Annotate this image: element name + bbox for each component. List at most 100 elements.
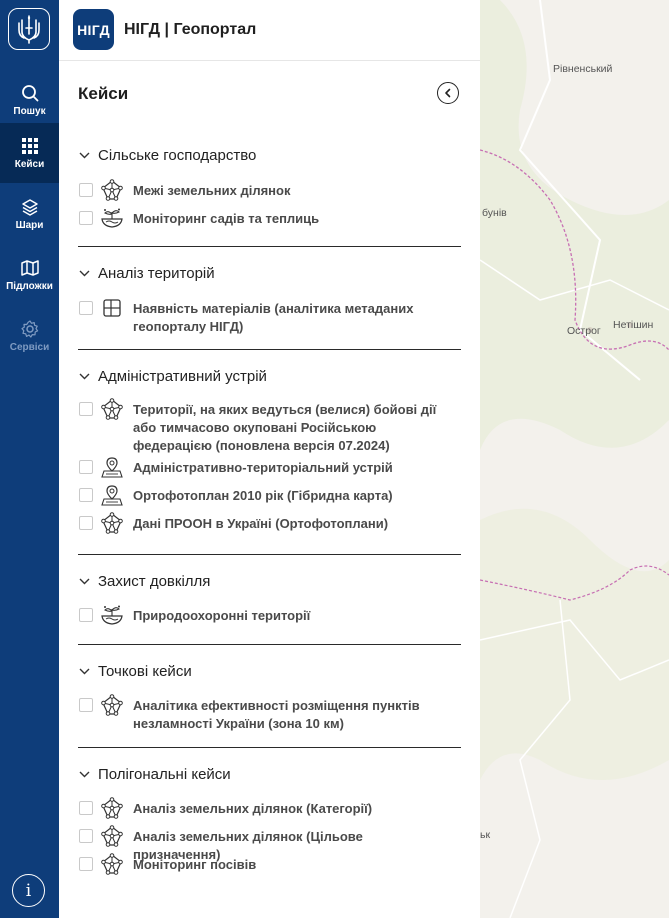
trident-icon: [18, 15, 40, 44]
map-label-city: Острог: [567, 325, 601, 337]
rail-basemaps-label: Підложки: [6, 280, 53, 292]
map-label-city: ьк: [480, 829, 491, 841]
parcel-network-icon: [100, 512, 124, 534]
garden-bowl-icon: [100, 207, 124, 229]
section-header[interactable]: Захист довкілля: [79, 571, 210, 591]
grid-icon: [21, 137, 38, 154]
map-label-region: Рівненський: [553, 63, 613, 75]
case-label[interactable]: Аналітика ефективності розміщення пункті…: [133, 697, 453, 733]
search-icon: [21, 84, 38, 101]
case-checkbox[interactable]: [79, 801, 93, 815]
list-item: Адміністративно-територіальний устрій: [79, 456, 474, 478]
gear-icon: [20, 319, 38, 338]
brand-title: НІГД | Геопортал: [124, 21, 257, 38]
parcel-network-icon: [100, 398, 124, 420]
case-checkbox[interactable]: [79, 402, 93, 416]
case-label[interactable]: Наявність матеріалів (аналітика метадани…: [133, 300, 453, 336]
case-checkbox[interactable]: [79, 608, 93, 622]
table-grid-icon: [100, 297, 124, 319]
garden-bowl-icon: [100, 604, 124, 626]
layers-icon: [21, 198, 38, 216]
chevron-down-icon: [79, 270, 93, 277]
left-rail: Пошук Кейси Шари Підложки Сервіси i: [0, 0, 59, 918]
case-checkbox[interactable]: [79, 211, 93, 225]
section-header[interactable]: Аналіз територій: [79, 263, 215, 283]
map-label-city: бунів: [482, 207, 507, 219]
collapse-panel-button[interactable]: [437, 82, 459, 104]
rail-basemaps-button[interactable]: Підложки: [0, 245, 59, 305]
parcel-network-icon: [100, 179, 124, 201]
rail-services-button[interactable]: Сервіси: [0, 306, 59, 366]
list-item: Аналітика ефективності розміщення пункті…: [79, 694, 474, 733]
section-title: Захист довкілля: [98, 572, 211, 590]
case-checkbox[interactable]: [79, 488, 93, 502]
section-title: Адміністративний устрій: [98, 367, 267, 385]
section-header[interactable]: Точкові кейси: [79, 661, 192, 681]
cases-panel: НІГД НІГД | Геопортал Кейси Сільське гос…: [59, 0, 480, 918]
parcel-network-icon: [100, 694, 124, 716]
case-checkbox[interactable]: [79, 857, 93, 871]
panel-header: НІГД НІГД | Геопортал: [59, 0, 480, 61]
map-label-city: Нетішин: [613, 319, 654, 331]
section-divider: [78, 644, 461, 645]
list-item: Моніторинг посівів: [79, 853, 474, 875]
panel-title: Кейси: [78, 84, 129, 103]
section-title: Точкові кейси: [98, 662, 192, 680]
case-checkbox[interactable]: [79, 183, 93, 197]
section-divider: [78, 554, 461, 555]
section-divider: [78, 747, 461, 748]
chevron-down-icon: [79, 152, 93, 159]
section-title: Аналіз територій: [98, 264, 215, 282]
brand-logo[interactable]: НІГД: [73, 9, 114, 50]
parcel-network-icon: [100, 825, 124, 847]
chevron-down-icon: [79, 578, 93, 585]
case-label[interactable]: Ортофотоплан 2010 рік (Гібридна карта): [133, 487, 453, 505]
map-pin-icon: [100, 484, 124, 506]
section-divider: [78, 246, 461, 247]
list-item: Моніторинг садів та теплиць: [79, 207, 474, 229]
rail-layers-button[interactable]: Шари: [0, 184, 59, 244]
map-canvas[interactable]: Рівненський Острог Нетішин бунів ьк: [480, 0, 669, 918]
case-label[interactable]: Аналіз земельних ділянок (Категорії): [133, 800, 453, 818]
list-item: Території, на яких ведуться (велися) бой…: [79, 398, 474, 455]
section-header[interactable]: Полігональні кейси: [79, 764, 231, 784]
basemap-terrain: [480, 0, 669, 918]
map-pin-icon: [100, 456, 124, 478]
list-item: Природоохоронні території: [79, 604, 474, 626]
coat-of-arms-logo[interactable]: [8, 8, 50, 50]
list-item: Межі земельних ділянок: [79, 179, 474, 201]
info-button[interactable]: i: [12, 874, 45, 907]
rail-search-button[interactable]: Пошук: [0, 70, 59, 130]
case-label[interactable]: Дані ПРООН в Україні (Ортофотоплани): [133, 515, 453, 533]
parcel-network-icon: [100, 797, 124, 819]
case-label[interactable]: Моніторинг садів та теплиць: [133, 210, 453, 228]
case-label[interactable]: Адміністративно-територіальний устрій: [133, 459, 453, 477]
rail-search-label: Пошук: [13, 105, 46, 117]
map-icon: [20, 259, 39, 276]
case-label[interactable]: Природоохоронні території: [133, 607, 453, 625]
section-title: Сільське господарство: [98, 146, 257, 164]
chevron-down-icon: [79, 668, 93, 675]
case-checkbox[interactable]: [79, 460, 93, 474]
rail-layers-label: Шари: [15, 219, 44, 231]
parcel-network-icon: [100, 853, 124, 875]
case-label[interactable]: Моніторинг посівів: [133, 856, 453, 874]
list-item: Ортофотоплан 2010 рік (Гібридна карта): [79, 484, 474, 506]
chevron-down-icon: [79, 771, 93, 778]
case-checkbox[interactable]: [79, 516, 93, 530]
list-item: Дані ПРООН в Україні (Ортофотоплани): [79, 512, 474, 534]
case-checkbox[interactable]: [79, 698, 93, 712]
case-label[interactable]: Території, на яких ведуться (велися) бой…: [133, 401, 453, 455]
info-icon: i: [25, 880, 32, 901]
rail-services-label: Сервіси: [9, 341, 50, 353]
rail-cases-button[interactable]: Кейси: [0, 123, 59, 183]
section-header[interactable]: Адміністративний устрій: [79, 366, 267, 386]
list-item: Наявність матеріалів (аналітика метадани…: [79, 297, 474, 336]
case-checkbox[interactable]: [79, 829, 93, 843]
section-title: Полігональні кейси: [98, 765, 231, 783]
case-checkbox[interactable]: [79, 301, 93, 315]
case-label[interactable]: Межі земельних ділянок: [133, 182, 453, 200]
section-header[interactable]: Сільське господарство: [79, 145, 256, 165]
rail-cases-label: Кейси: [14, 158, 45, 170]
list-item: Аналіз земельних ділянок (Категорії): [79, 797, 474, 819]
